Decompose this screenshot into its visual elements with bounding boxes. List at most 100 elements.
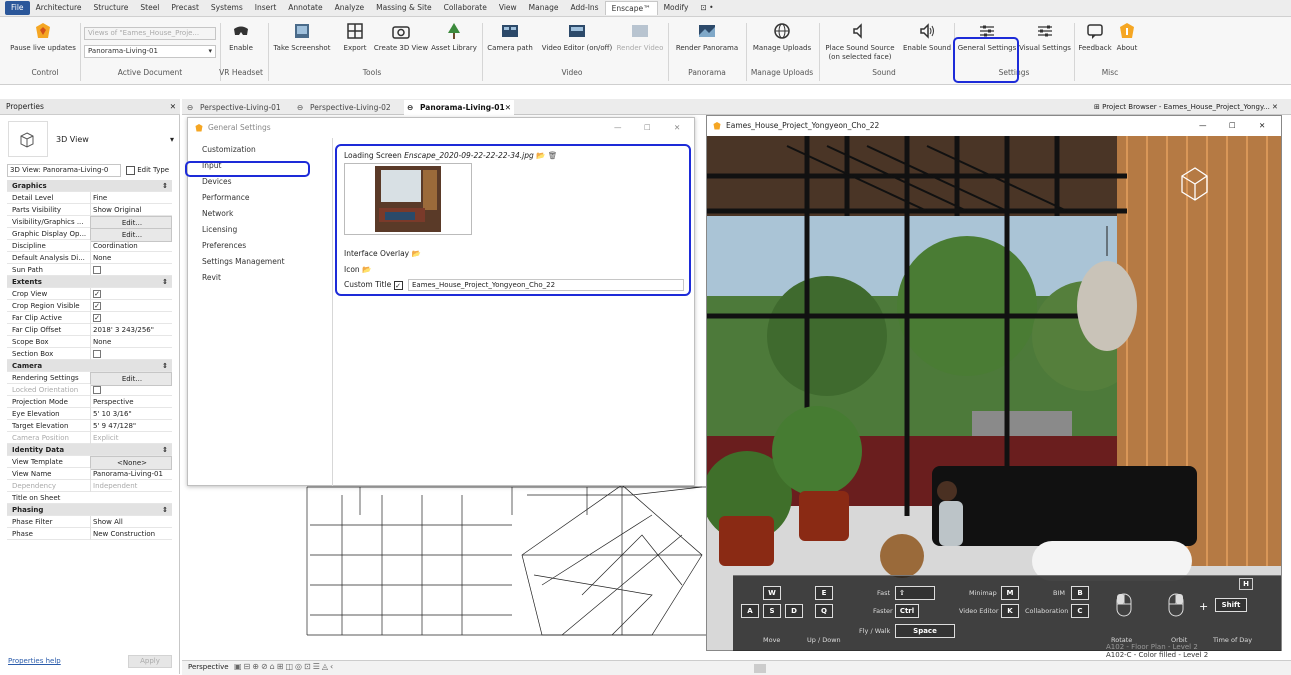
property-checkbox-cell[interactable]: ✓ — [90, 288, 172, 300]
property-value[interactable]: Explicit — [90, 432, 172, 444]
edit-type-button[interactable]: Edit Type — [126, 164, 169, 177]
checkbox[interactable] — [93, 386, 101, 394]
render-panorama-button[interactable]: Render Panorama — [672, 21, 742, 53]
tab-analyze[interactable]: Analyze — [329, 1, 371, 15]
tab-view[interactable]: View — [493, 1, 523, 15]
view-tab-perspective-living-02[interactable]: ⊖ Perspective-Living-02 — [294, 100, 402, 115]
render-video-button[interactable]: Render Video — [616, 21, 664, 53]
close-icon[interactable]: ✕ — [505, 100, 511, 115]
properties-help-link[interactable]: Properties help — [8, 657, 61, 665]
close-icon[interactable]: ✕ — [674, 118, 680, 138]
tab-structure[interactable]: Structure — [87, 1, 134, 15]
help-key[interactable]: H — [1239, 578, 1253, 590]
property-value[interactable]: Show Original — [90, 204, 172, 216]
enable-sound-button[interactable]: Enable Sound — [900, 21, 954, 53]
checkbox[interactable] — [93, 350, 101, 358]
close-icon[interactable]: ✕ — [1272, 103, 1278, 111]
views-combo[interactable]: Views of "Eames_House_Proje... — [84, 27, 216, 40]
tab-architecture[interactable]: Architecture — [30, 1, 88, 15]
chevron-down-icon[interactable]: ▾ — [170, 135, 174, 144]
feedback-button[interactable]: Feedback — [1076, 21, 1114, 53]
close-icon[interactable]: ✕ — [1259, 116, 1265, 136]
enable-vr-button[interactable]: Enable — [222, 21, 260, 53]
property-value[interactable]: Show All — [90, 516, 172, 528]
view-tab-panorama-living-01[interactable]: ⊖ Panorama-Living-01 ✕ — [404, 100, 514, 115]
scrollbar-thumb[interactable] — [754, 664, 766, 673]
minimize-icon[interactable]: — — [1199, 116, 1207, 136]
close-icon[interactable]: ✕ — [170, 99, 176, 115]
nav-devices[interactable]: Devices — [202, 177, 232, 186]
checkbox[interactable]: ✓ — [93, 290, 101, 298]
pause-live-updates-button[interactable]: Pause live updates — [8, 21, 78, 53]
collapse-icon[interactable]: ⇕ — [162, 180, 168, 192]
property-section-header[interactable]: Extents ⇕ — [7, 276, 172, 288]
browser-item[interactable]: A102 - Floor Plan - Level 2 — [1106, 643, 1208, 651]
tab-insert[interactable]: Insert — [249, 1, 283, 15]
collapse-icon[interactable]: ⇕ — [162, 504, 168, 516]
property-section-header[interactable]: Phasing ⇕ — [7, 504, 172, 516]
tab-add-ins[interactable]: Add-Ins — [564, 1, 604, 15]
tab-file[interactable]: File — [5, 1, 30, 15]
property-value[interactable]: 2018' 3 243/256" — [90, 324, 172, 336]
checkbox[interactable]: ✓ — [93, 302, 101, 310]
browser-item[interactable]: A102-C - Color filled - Level 2 — [1106, 651, 1208, 659]
collapse-icon[interactable]: ⇕ — [162, 444, 168, 456]
instance-selector[interactable]: 3D View: Panorama-Living-0 — [7, 164, 121, 177]
tab-collaborate[interactable]: Collaborate — [438, 1, 493, 15]
property-value[interactable]: 5' 9 47/128" — [90, 420, 172, 432]
tab-extra[interactable]: ⊡ • — [694, 1, 719, 15]
property-section-header[interactable]: Graphics ⇕ — [7, 180, 172, 192]
place-sound-source-button[interactable]: Place Sound Source (on selected face) — [822, 21, 898, 62]
collapse-icon[interactable]: ⇕ — [162, 360, 168, 372]
nav-settings-management[interactable]: Settings Management — [202, 257, 285, 266]
property-checkbox-cell[interactable]: ✓ — [90, 300, 172, 312]
apply-button[interactable]: Apply — [128, 655, 172, 668]
active-document-combo[interactable]: Panorama-Living-01 ▾ — [84, 45, 216, 58]
tab-modify[interactable]: Modify — [658, 1, 695, 15]
view-tab-perspective-living-01[interactable]: ⊖ Perspective-Living-01 — [184, 100, 292, 115]
property-value[interactable]: None — [90, 252, 172, 264]
nav-customization[interactable]: Customization — [202, 145, 256, 154]
property-value[interactable]: Fine — [90, 192, 172, 204]
tab-annotate[interactable]: Annotate — [282, 1, 328, 15]
nav-performance[interactable]: Performance — [202, 193, 250, 202]
about-button[interactable]: About — [1112, 21, 1142, 53]
enscape-3d-viewport[interactable] — [707, 136, 1281, 650]
tab-enscape[interactable]: Enscape™ — [604, 1, 658, 15]
tab-massing-site[interactable]: Massing & Site — [370, 1, 438, 15]
nav-licensing[interactable]: Licensing — [202, 225, 237, 234]
collapse-icon[interactable]: ⇕ — [162, 276, 168, 288]
property-value[interactable]: 5' 10 3/16" — [90, 408, 172, 420]
minimize-icon[interactable]: — — [614, 118, 622, 138]
maximize-icon[interactable]: ☐ — [1229, 116, 1236, 136]
asset-library-button[interactable]: Asset Library — [430, 21, 478, 53]
property-section-header[interactable]: Camera ⇕ — [7, 360, 172, 372]
property-section-header[interactable]: Identity Data ⇕ — [7, 444, 172, 456]
maximize-icon[interactable]: ☐ — [644, 118, 651, 138]
tab-manage[interactable]: Manage — [523, 1, 565, 15]
property-value[interactable]: Coordination — [90, 240, 172, 252]
property-value[interactable]: Independent — [90, 480, 172, 492]
create-3d-view-button[interactable]: Create 3D View — [372, 21, 430, 53]
view-control-icons[interactable]: ▣⊟⊕⊘⌂⊞◫◎⊡☰◬‹ — [234, 662, 335, 671]
checkbox[interactable]: ✓ — [93, 314, 101, 322]
checkbox[interactable] — [93, 266, 101, 274]
tab-steel[interactable]: Steel — [134, 1, 165, 15]
property-value[interactable]: New Construction — [90, 528, 172, 540]
export-button[interactable]: Export — [338, 21, 372, 53]
camera-path-button[interactable]: Camera path — [486, 21, 534, 53]
nav-revit[interactable]: Revit — [202, 273, 221, 282]
view-mode-label[interactable]: Perspective — [188, 663, 229, 671]
nav-preferences[interactable]: Preferences — [202, 241, 246, 250]
nav-network[interactable]: Network — [202, 209, 233, 218]
property-value[interactable]: Panorama-Living-01 — [90, 468, 172, 480]
property-value[interactable]: None — [90, 336, 172, 348]
property-value[interactable]: Perspective — [90, 396, 172, 408]
property-checkbox-cell[interactable]: ✓ — [90, 312, 172, 324]
tab-systems[interactable]: Systems — [205, 1, 249, 15]
visual-settings-button[interactable]: Visual Settings — [1018, 21, 1072, 53]
tab-precast[interactable]: Precast — [165, 1, 205, 15]
take-screenshot-button[interactable]: Take Screenshot — [271, 21, 333, 53]
video-editor-button[interactable]: Video Editor (on/off) — [538, 21, 616, 53]
manage-uploads-button[interactable]: Manage Uploads — [748, 21, 816, 53]
